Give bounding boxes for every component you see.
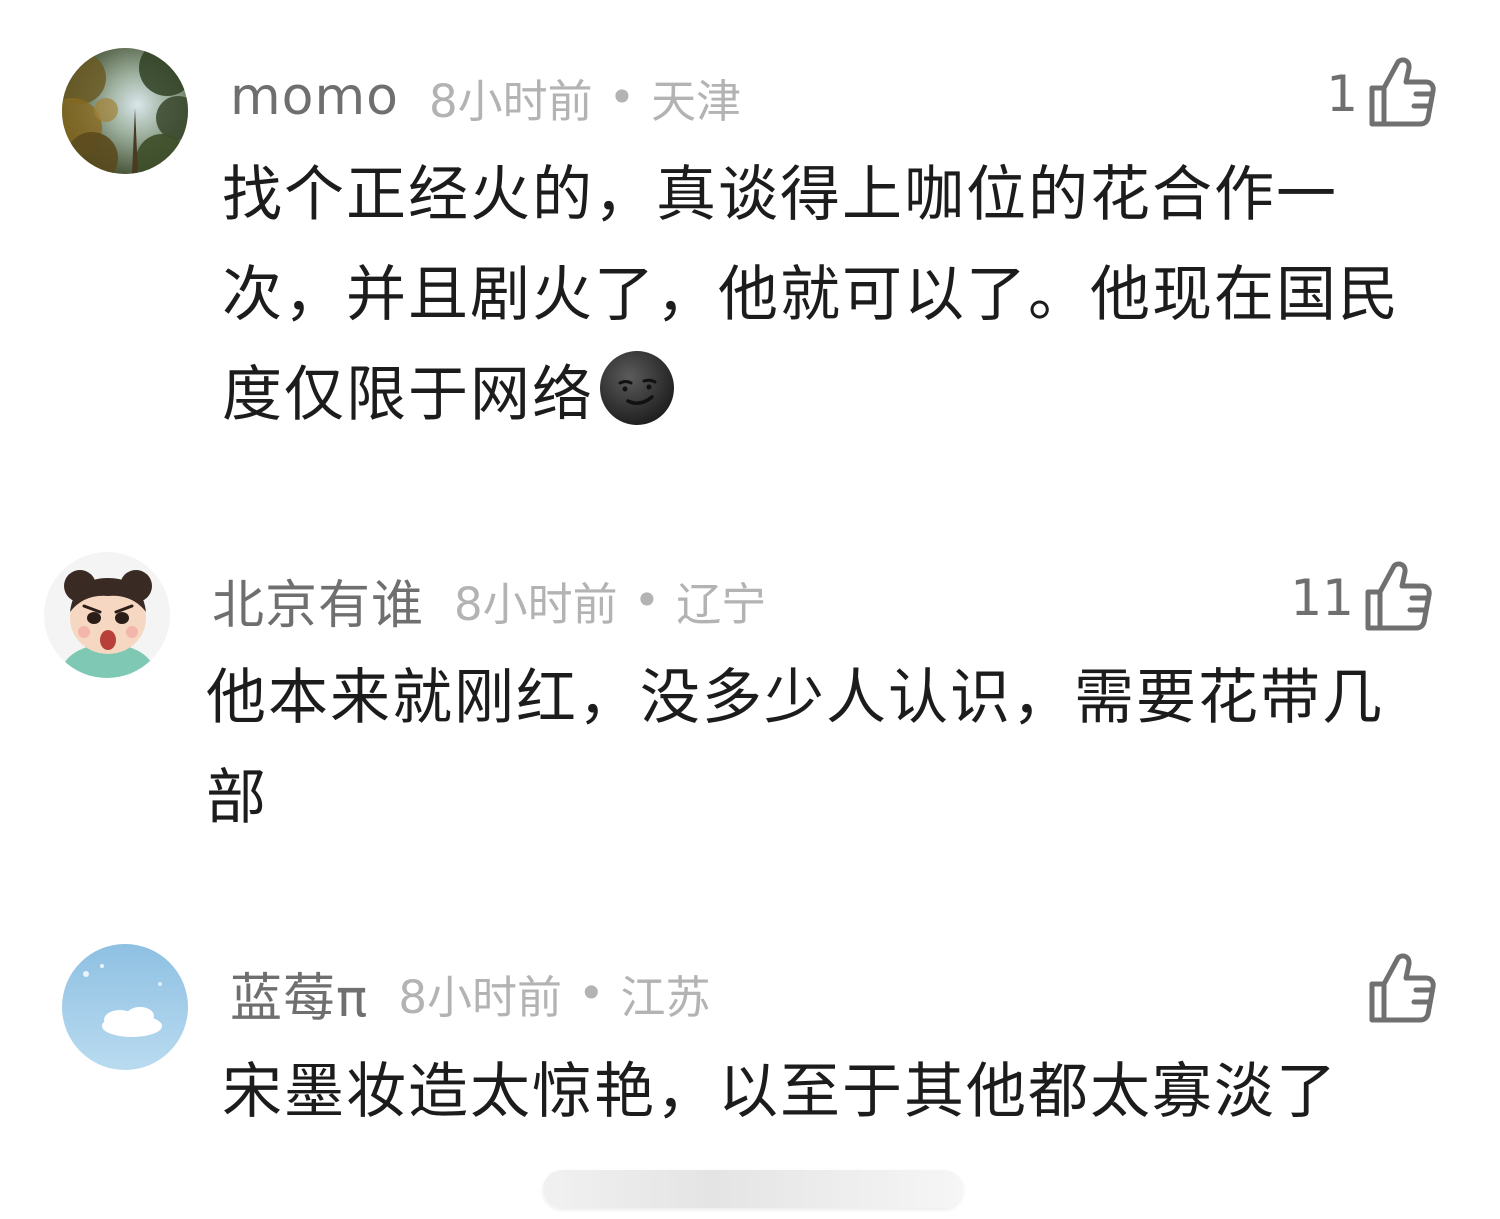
username[interactable]: 北京有谁 bbox=[212, 563, 424, 638]
comment-item: momo 8小时前 • 天津 1 找个正经火的，真谈得上咖位的花合作一次，并且剧… bbox=[0, 0, 1500, 470]
username[interactable]: 蓝莓π bbox=[230, 956, 368, 1031]
comment-body: 他本来就刚红，没多少人认识，需要花带几部 bbox=[206, 663, 1384, 833]
avatar[interactable] bbox=[44, 552, 170, 678]
timestamp: 8小时前 bbox=[428, 74, 593, 128]
comment-meta: 蓝莓π 8小时前 • 江苏 bbox=[230, 956, 711, 1031]
separator-dot: • bbox=[577, 966, 605, 1020]
smirk-moon-icon bbox=[598, 349, 676, 427]
comment-item: 蓝莓π 8小时前 • 江苏 宋墨妆造太惊艳，以至于其他都太寡淡了 bbox=[0, 870, 1500, 1219]
like-count: 1 bbox=[1326, 65, 1358, 123]
separator-dot: • bbox=[633, 573, 661, 627]
avatar[interactable] bbox=[62, 48, 188, 174]
scroll-indicator[interactable] bbox=[543, 1170, 963, 1208]
location: 江苏 bbox=[620, 970, 711, 1024]
like-button[interactable] bbox=[1236, 952, 1436, 1028]
like-button[interactable]: 1 bbox=[1236, 56, 1436, 132]
username[interactable]: momo bbox=[230, 67, 399, 127]
location: 天津 bbox=[651, 74, 742, 128]
comment-text: 他本来就刚红，没多少人认识，需要花带几部 bbox=[206, 648, 1436, 848]
timestamp: 8小时前 bbox=[454, 577, 618, 631]
thumbs-up-icon bbox=[1368, 56, 1436, 132]
location: 辽宁 bbox=[676, 577, 767, 631]
comment-item: 北京有谁 8小时前 • 辽宁 11 他本来就刚红，没多少人认识，需要花带几部 bbox=[0, 470, 1500, 870]
avatar[interactable] bbox=[62, 944, 188, 1070]
thumbs-up-icon bbox=[1368, 952, 1436, 1028]
separator-dot: • bbox=[608, 70, 636, 124]
comment-meta: 北京有谁 8小时前 • 辽宁 bbox=[212, 563, 767, 638]
like-button[interactable]: 11 bbox=[1232, 560, 1432, 636]
timestamp: 8小时前 bbox=[398, 970, 562, 1024]
comment-body: 找个正经火的，真谈得上咖位的花合作一次，并且剧火了，他就可以了。他现在国民度仅限… bbox=[222, 160, 1400, 430]
comment-meta: momo 8小时前 • 天津 bbox=[230, 62, 741, 132]
comment-text: 宋墨妆造太惊艳，以至于其他都太寡淡了 bbox=[222, 1042, 1452, 1142]
comment-text: 找个正经火的，真谈得上咖位的花合作一次，并且剧火了，他就可以了。他现在国民度仅限… bbox=[222, 145, 1442, 445]
like-count: 11 bbox=[1290, 569, 1354, 627]
thumbs-up-icon bbox=[1364, 560, 1432, 636]
comment-body: 宋墨妆造太惊艳，以至于其他都太寡淡了 bbox=[222, 1057, 1338, 1127]
